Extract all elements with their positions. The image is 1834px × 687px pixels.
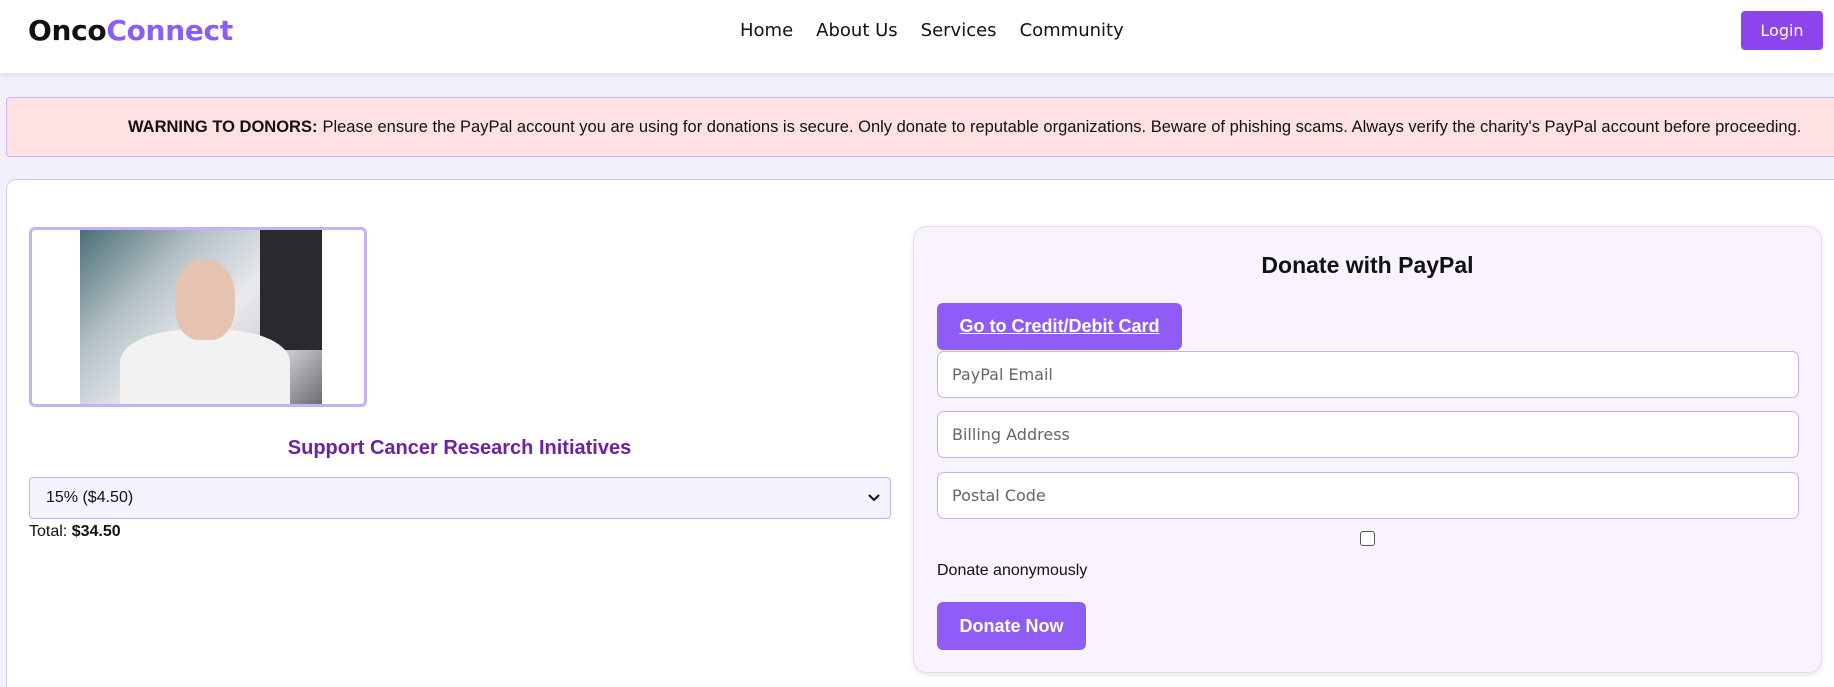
warning-label: WARNING TO DONORS: xyxy=(128,117,318,136)
photo-person-head xyxy=(175,260,235,340)
brand-part-2: Connect xyxy=(106,14,233,47)
donate-title: Donate with PayPal xyxy=(1261,252,1474,278)
campaign-photo-frame xyxy=(29,227,367,407)
nav-services[interactable]: Services xyxy=(921,20,997,41)
anonymous-checkbox[interactable] xyxy=(1360,531,1375,546)
donor-warning-banner: WARNING TO DONORS: Please ensure the Pay… xyxy=(6,97,1834,157)
login-button[interactable]: Login xyxy=(1741,11,1823,50)
site-header: OncoConnect Home About Us Services Commu… xyxy=(0,0,1834,74)
campaign-title: Support Cancer Research Initiatives xyxy=(287,437,632,459)
postal-code-field[interactable] xyxy=(937,472,1799,519)
nav-home[interactable]: Home xyxy=(740,20,793,41)
photo-background-object xyxy=(260,230,322,350)
paypal-email-field[interactable] xyxy=(937,351,1799,398)
nav-community[interactable]: Community xyxy=(1020,20,1124,41)
campaign-photo xyxy=(80,230,322,404)
billing-address-field[interactable] xyxy=(937,411,1799,458)
brand-part-1: Onco xyxy=(28,14,107,47)
total-row: Total: $34.50 xyxy=(29,523,121,541)
donate-now-button[interactable]: Donate Now xyxy=(937,602,1086,650)
donation-amount-select[interactable]: 15% ($4.50) xyxy=(29,477,891,519)
nav-about-us[interactable]: About Us xyxy=(816,20,898,41)
selected-amount: 15% ($4.50) xyxy=(46,489,134,506)
credit-card-button[interactable]: Go to Credit/Debit Card xyxy=(937,303,1182,350)
total-value: $34.50 xyxy=(71,523,121,540)
main-nav: Home About Us Services Community xyxy=(740,20,1124,41)
warning-text: Please ensure the PayPal account you are… xyxy=(322,117,1802,136)
photo-person-body xyxy=(120,330,290,404)
total-label: Total: xyxy=(29,523,68,540)
anonymous-label: Donate anonymously xyxy=(937,562,1088,579)
brand-logo[interactable]: OncoConnect xyxy=(28,14,233,47)
chevron-down-icon xyxy=(868,494,880,502)
